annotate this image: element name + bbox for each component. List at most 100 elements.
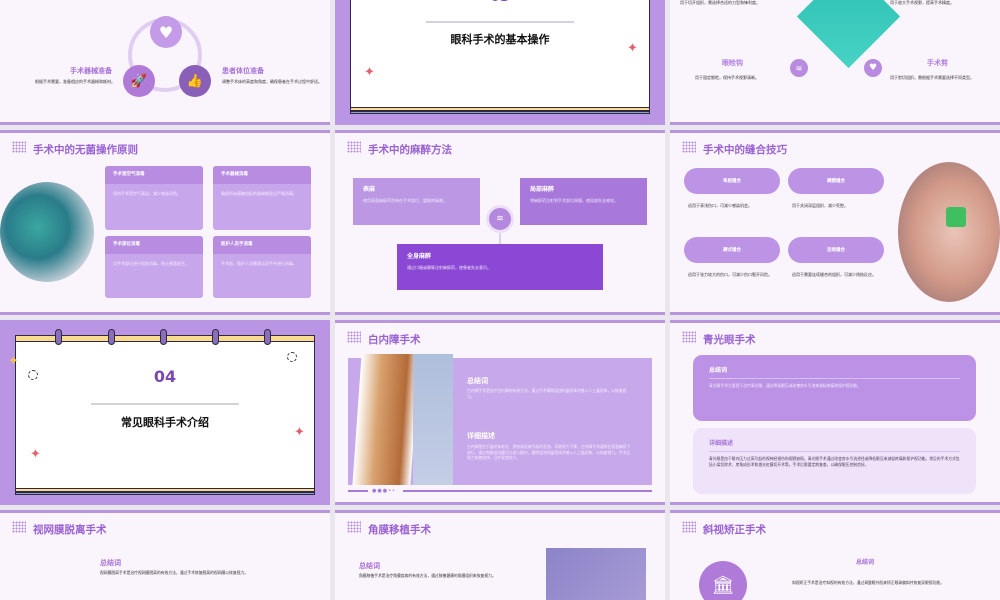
divider	[426, 21, 574, 23]
thumbs-up-icon: 👍	[179, 65, 211, 97]
slide-thumbnail-3[interactable]: 用于切开组织，需选择合适的刀型和锋利度。 用于放大手术视野，提高手术精度。 ≋ …	[670, 0, 1000, 125]
binder-ring	[160, 329, 167, 345]
top-bar	[335, 320, 665, 323]
suture-desc: 用于关闭深层组织，减少死腔。	[792, 203, 848, 208]
pager-line	[348, 490, 368, 492]
pager-dots[interactable]: ●●●••	[372, 488, 396, 494]
card-title: 手术室空气消毒	[105, 166, 203, 184]
heart-icon: ♥	[864, 59, 882, 77]
top-bar	[670, 510, 1000, 513]
suture-pill: 单层缝合	[684, 168, 780, 194]
left-desc: 用于固定眼睑，保持手术视野清晰。	[695, 75, 759, 80]
card-title: 表麻	[363, 186, 376, 193]
bottom-bar	[670, 122, 1000, 125]
dots-icon	[347, 521, 361, 533]
card-title: 全身麻醉	[407, 253, 432, 260]
rocket-icon: 🚀	[123, 65, 155, 97]
bottom-bar	[670, 312, 1000, 315]
card-desc: 通过口服或静脉注射麻醉药，使患者失去意识。	[407, 265, 491, 270]
principle-card: 手术室空气消毒保持手术室空气清洁，减少感染风险。	[105, 166, 203, 230]
summary-text: 青光眼手术主要用于治疗青光眼，通过降低眼压或改善房水引流来减轻疼痛和保护视功能。	[709, 383, 861, 388]
sparkle-icon: ✦	[294, 425, 305, 440]
top-bar	[670, 320, 1000, 323]
slide-thumbnail-11[interactable]: 角膜移植手术 总结词 角膜移植手术是治疗角膜疾病的有效方法，通过移植健康的角膜组…	[335, 510, 665, 600]
top-bar	[0, 510, 330, 513]
card-desc: 使用表面麻醉药涂抹在手术部位，缓解疼痛感。	[363, 198, 447, 203]
suture-desc: 适用于表浅伤口，可减少感染机会。	[688, 203, 752, 208]
sparkle-icon: ✦	[8, 354, 19, 369]
slide-title: 斜视矫正手术	[703, 524, 766, 536]
iv-photo	[898, 162, 1000, 302]
slide-thumbnail-6[interactable]: 手术中的缝合技巧 单层缝合 褥膜缝合 褥式缝合 连续缝合 适用于表浅伤口，可减少…	[670, 130, 1000, 315]
slide-thumbnail-12[interactable]: 斜视矫正手术 🏛 总结词 斜视矫正手术是治疗斜视的有效方法，通过调整眼外肌来矫正…	[670, 510, 1000, 600]
slide-thumbnail-5[interactable]: 手术中的麻醉方法 表麻 使用表面麻醉药涂抹在手术部位，缓解疼痛感。 局部麻醉 将麻醉…	[335, 130, 665, 315]
dots-icon	[682, 521, 696, 533]
sparkle-icon: ✦	[627, 41, 638, 56]
bottom-bar	[0, 122, 330, 125]
summary-title: 总结词	[359, 562, 380, 570]
suture-pill: 连续缝合	[788, 237, 884, 263]
pager-line	[403, 490, 652, 492]
principle-card: 医护人员手消毒 手术前，医护人员需清洁双手并进行消毒。	[213, 236, 311, 298]
dashed-circle-icon	[28, 370, 38, 380]
suture-pill: 褥膜缝合	[788, 168, 884, 194]
slide-thumbnail-9[interactable]: 青光眼手术 总结词 青光眼手术主要用于治疗青光眼，通过降低眼压或改善房水引流来减…	[670, 320, 1000, 505]
institution-icon: 🏛	[699, 561, 747, 600]
section-card: 04 常见眼科手术介绍	[15, 341, 315, 489]
principle-card: 手术部位消毒 对手术部位进行彻底消毒，防止细菌滋生。	[105, 236, 203, 298]
dots-icon	[347, 331, 361, 343]
summary-title: 总结词	[709, 367, 728, 374]
heart-icon: ♥	[150, 16, 182, 48]
slide-title: 角膜移植手术	[368, 524, 431, 536]
bottom-bar	[670, 502, 1000, 505]
detail-text: 青光眼是由于眼内压力过高引起的视神经损伤和视野缺损。青光眼手术通过改变房水引流途…	[709, 456, 960, 467]
right-title: 患者体位准备	[222, 67, 264, 75]
dots-icon	[12, 141, 26, 153]
nurse-photo	[0, 182, 94, 282]
summary-title: 总结词	[855, 559, 874, 566]
top-bar	[335, 130, 665, 133]
slide-title: 白内障手术	[368, 334, 421, 346]
card-desc: 将麻醉药注射到手术部位周围，使局部失去感觉。	[530, 198, 618, 203]
card-title: 手术部位消毒	[105, 236, 203, 254]
right-title: 手术剪	[927, 59, 948, 67]
divider	[709, 378, 960, 379]
left-title: 眼睑钩	[722, 59, 743, 67]
slide-thumbnail-4[interactable]: 手术中的无菌操作原则 手术室空气消毒保持手术室空气清洁，减少感染风险。 手术器械…	[0, 130, 330, 315]
section-title: 常见眼科手术介绍	[121, 416, 209, 429]
binder-ring	[108, 329, 115, 345]
suture-desc: 适用于张力较大的伤口，可减少伤口裂开风险。	[688, 272, 772, 277]
dots-icon	[682, 141, 696, 153]
detail-title: 详细描述	[709, 440, 734, 447]
slide-thumbnail-2[interactable]: 03 眼科手术的基本操作 ✦ ✦	[335, 0, 665, 125]
sparkle-icon: ✦	[30, 447, 41, 462]
card-desc: 保持手术室空气清洁，减少感染风险。	[113, 191, 181, 196]
top-bar	[0, 130, 330, 133]
card-title: 局部麻醉	[530, 186, 555, 193]
summary-text: 白内障手术是治疗白内障的有效方法，通过手术摘除混浊的晶状体并植入人工晶状体，以恢…	[467, 388, 627, 399]
dots-icon	[682, 331, 696, 343]
left-title: 手术器械准备	[70, 67, 112, 75]
detail-title: 详细描述	[467, 432, 495, 440]
slide-thumbnail-10[interactable]: 视网膜脱离手术 总结词 视网膜脱离手术是治疗视网膜脱离的有效方法，通过手术修复脱…	[0, 510, 330, 600]
surgical-instruments-image	[796, 0, 901, 69]
bottom-bar	[0, 312, 330, 315]
card-title: 手术器械消毒	[213, 166, 311, 184]
summary-text: 斜视矫正手术是治疗斜视的有效方法，通过调整眼外肌来矫正眼球偏斜并恢复双眼视功能。	[792, 580, 944, 585]
slide-thumbnail-8[interactable]: 白内障手术 总结词 白内障手术是治疗白内障的有效方法，通过手术摘除混浊的晶状体并…	[335, 320, 665, 505]
summary-title: 总结词	[467, 377, 488, 385]
principle-card: 手术器械消毒 确保所有接触组织的器械都经过严格消毒。	[213, 166, 311, 230]
slide-title: 手术中的缝合技巧	[703, 144, 787, 156]
summary-title: 总结词	[100, 559, 121, 567]
divider	[709, 451, 960, 452]
card-desc: 手术前，医护人员需清洁双手并进行消毒。	[221, 261, 297, 266]
binder-ring	[55, 329, 62, 345]
slide-title: 手术中的无菌操作原则	[33, 144, 138, 156]
stripe	[350, 111, 650, 114]
slide-thumbnail-7[interactable]: 04 常见眼科手术介绍 ✦ ✦ ✦	[0, 320, 330, 505]
slide-title: 青光眼手术	[703, 334, 756, 346]
right-desc: 用于剪切组织，需根据手术需要选择不同类型。	[890, 75, 974, 80]
stripe	[15, 492, 315, 495]
section-number: 04	[153, 367, 177, 386]
slide-thumbnail-1[interactable]: ♥ 🚀 👍 手术器械准备 根据手术需要，准备相应的手术器械和耗材。 患者体位准备…	[0, 0, 330, 125]
